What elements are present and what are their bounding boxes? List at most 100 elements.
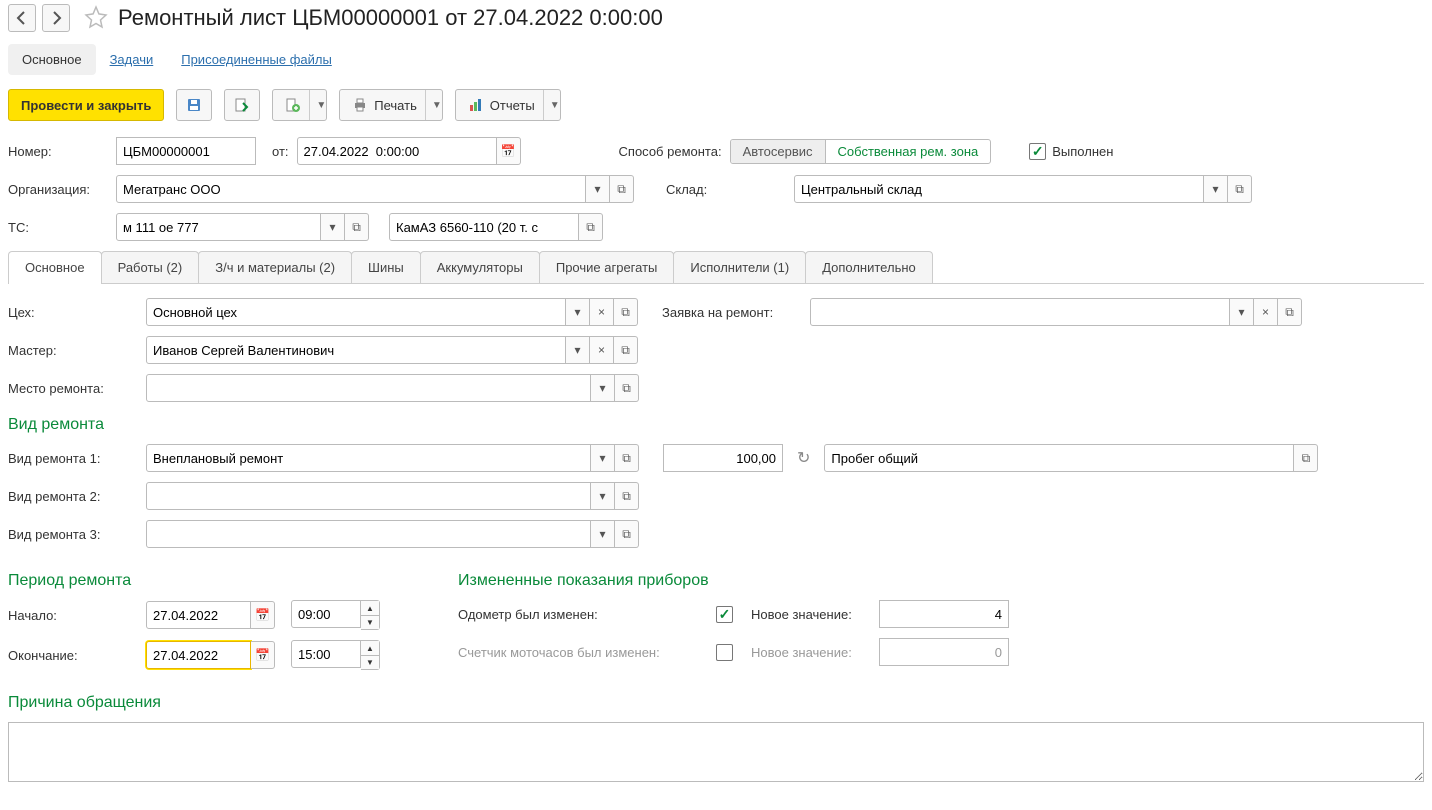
end-date-input[interactable] [146, 641, 251, 669]
ts-label: ТС: [8, 220, 108, 235]
tab-extra[interactable]: Дополнительно [805, 251, 933, 283]
reason-title: Причина обращения [8, 694, 1424, 712]
save-icon [186, 97, 202, 113]
start-time-input[interactable] [291, 600, 361, 628]
post-button[interactable] [224, 89, 260, 121]
k1-input[interactable] [146, 444, 591, 472]
workshop-label: Цех: [8, 305, 138, 320]
star-icon[interactable] [76, 5, 112, 32]
moto-checkbox[interactable] [716, 644, 733, 661]
mileage-input[interactable] [824, 444, 1294, 472]
dropdown-icon[interactable]: ▾ [566, 298, 590, 326]
dropdown-icon[interactable]: ▾ [1204, 175, 1228, 203]
open-icon[interactable]: ⧉ [1228, 175, 1252, 203]
reason-textarea[interactable] [8, 722, 1424, 782]
dropdown-icon[interactable]: ▾ [591, 374, 615, 402]
org-input[interactable] [116, 175, 586, 203]
number-input[interactable] [116, 137, 256, 165]
tab-parts[interactable]: З/ч и материалы (2) [198, 251, 352, 283]
open-icon[interactable]: ⧉ [615, 444, 639, 472]
chevron-down-icon: ▼ [425, 90, 442, 120]
end-time-input[interactable] [291, 640, 361, 668]
start-date-input[interactable] [146, 601, 251, 629]
dropdown-icon[interactable]: ▾ [586, 175, 610, 203]
k2-label: Вид ремонта 2: [8, 489, 138, 504]
open-icon[interactable]: ⧉ [579, 213, 603, 241]
open-icon[interactable]: ⧉ [610, 175, 634, 203]
tab-other[interactable]: Прочие агрегаты [539, 251, 675, 283]
reports-label: Отчеты [490, 98, 535, 113]
print-label: Печать [374, 98, 417, 113]
clear-icon[interactable]: × [590, 298, 614, 326]
k1-label: Вид ремонта 1: [8, 451, 138, 466]
end-label: Окончание: [8, 648, 138, 663]
seg-own-zone[interactable]: Собственная рем. зона [825, 140, 991, 163]
place-input[interactable] [146, 374, 591, 402]
tab-main[interactable]: Основное [8, 251, 102, 283]
open-icon[interactable]: ⧉ [615, 374, 639, 402]
top-nav-tasks[interactable]: Задачи [96, 44, 168, 75]
refresh-icon[interactable]: ↻ [797, 448, 810, 468]
printer-icon [352, 97, 368, 113]
top-nav-main[interactable]: Основное [8, 44, 96, 75]
nav-back-button[interactable] [8, 4, 36, 32]
ts-model-input[interactable] [389, 213, 579, 241]
save-button[interactable] [176, 89, 212, 121]
master-input[interactable] [146, 336, 566, 364]
dropdown-icon[interactable]: ▾ [1230, 298, 1254, 326]
post-and-close-button[interactable]: Провести и закрыть [8, 89, 164, 121]
dropdown-icon[interactable]: ▾ [566, 336, 590, 364]
open-icon[interactable]: ⧉ [614, 336, 638, 364]
changed-title: Измененные показания приборов [458, 572, 1009, 590]
calendar-icon[interactable]: 📅 [251, 601, 275, 629]
create-based-button[interactable]: ▼ [272, 89, 327, 121]
odo-new-input[interactable] [879, 600, 1009, 628]
post-icon [234, 97, 250, 113]
odo-checkbox[interactable] [716, 606, 733, 623]
calendar-icon[interactable]: 📅 [251, 641, 275, 669]
top-nav: Основное Задачи Присоединенные файлы [8, 44, 1424, 75]
tab-works[interactable]: Работы (2) [101, 251, 200, 283]
open-icon[interactable]: ⧉ [345, 213, 369, 241]
moto-new-input [879, 638, 1009, 666]
clear-icon[interactable]: × [590, 336, 614, 364]
top-nav-attached[interactable]: Присоединенные файлы [167, 44, 346, 75]
reports-button[interactable]: Отчеты ▼ [455, 89, 561, 121]
k3-input[interactable] [146, 520, 591, 548]
tab-tires[interactable]: Шины [351, 251, 421, 283]
date-input[interactable] [297, 137, 497, 165]
nav-forward-button[interactable] [42, 4, 70, 32]
open-icon[interactable]: ⧉ [614, 298, 638, 326]
request-input[interactable] [810, 298, 1230, 326]
time-spinner[interactable]: ▲▼ [361, 600, 380, 630]
time-spinner[interactable]: ▲▼ [361, 640, 380, 670]
open-icon[interactable]: ⧉ [1278, 298, 1302, 326]
dropdown-icon[interactable]: ▾ [591, 482, 615, 510]
k2-input[interactable] [146, 482, 591, 510]
seg-autoservice[interactable]: Автосервис [731, 140, 825, 163]
chevron-down-icon: ▼ [309, 90, 326, 120]
tab-accum[interactable]: Аккумуляторы [420, 251, 540, 283]
amount-input[interactable] [663, 444, 783, 472]
dropdown-icon[interactable]: ▾ [321, 213, 345, 241]
number-label: Номер: [8, 144, 108, 159]
open-icon[interactable]: ⧉ [615, 520, 639, 548]
dropdown-icon[interactable]: ▾ [591, 520, 615, 548]
warehouse-input[interactable] [794, 175, 1204, 203]
repair-kind-title: Вид ремонта [8, 416, 1424, 434]
workshop-input[interactable] [146, 298, 566, 326]
open-icon[interactable]: ⧉ [1294, 444, 1318, 472]
place-label: Место ремонта: [8, 381, 138, 396]
print-button[interactable]: Печать ▼ [339, 89, 443, 121]
start-label: Начало: [8, 608, 138, 623]
done-checkbox[interactable] [1029, 143, 1046, 160]
odo-new-label: Новое значение: [751, 607, 871, 622]
dropdown-icon[interactable]: ▾ [591, 444, 615, 472]
open-icon[interactable]: ⧉ [615, 482, 639, 510]
tab-performers[interactable]: Исполнители (1) [673, 251, 806, 283]
clear-icon[interactable]: × [1254, 298, 1278, 326]
ts-input[interactable] [116, 213, 321, 241]
repair-method-toggle: Автосервис Собственная рем. зона [730, 139, 992, 164]
calendar-icon[interactable]: 📅 [497, 137, 521, 165]
method-label: Способ ремонта: [619, 144, 722, 159]
